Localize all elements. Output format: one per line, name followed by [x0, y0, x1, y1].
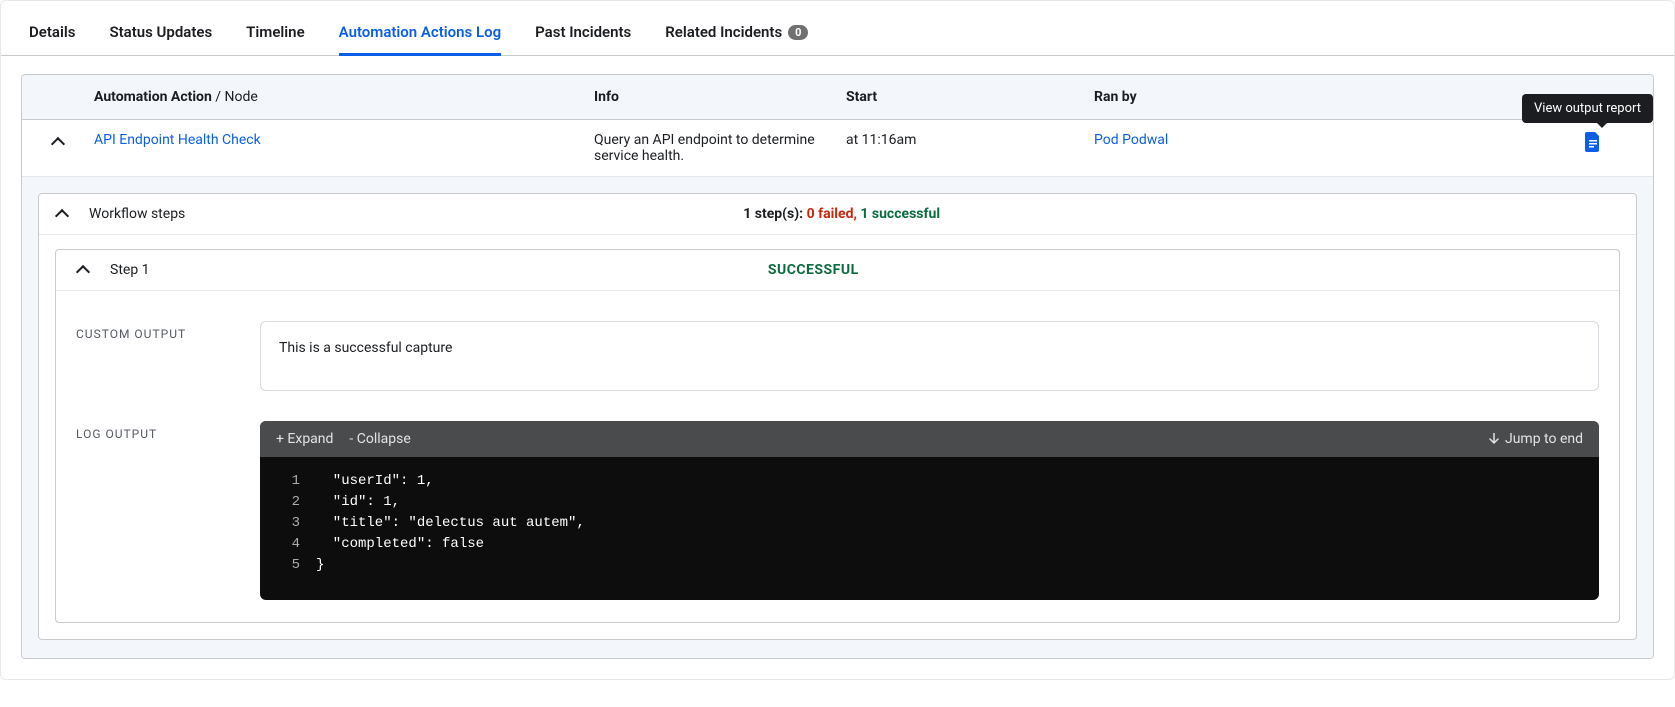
log-line: 3 "title": "delectus aut autem",: [278, 513, 1581, 534]
col-header-info: Info: [594, 89, 846, 105]
custom-output-value: This is a successful capture: [260, 321, 1599, 391]
collapse-log-button[interactable]: - Collapse: [349, 431, 410, 447]
tab-related-incidents[interactable]: Related Incidents 0: [665, 23, 808, 55]
col-header-action: Automation Action / Node: [94, 89, 594, 105]
log-line: 1 "userId": 1,: [278, 471, 1581, 492]
ran-by-link[interactable]: Pod Podwal: [1094, 132, 1168, 148]
tab-automation-actions-log[interactable]: Automation Actions Log: [339, 23, 501, 55]
log-line: 4 "completed": false: [278, 534, 1581, 555]
log-code-block: 1 "userId": 1,2 "id": 1,3 "title": "dele…: [260, 457, 1599, 600]
log-line: 2 "id": 1,: [278, 492, 1581, 513]
log-line: 5}: [278, 555, 1581, 576]
row-start: at 11:16am: [846, 132, 1094, 164]
automation-actions-table: Automation Action / Node Info Start Ran …: [21, 74, 1654, 659]
log-output-label: LOG OUTPUT: [76, 421, 236, 441]
jump-to-end-button[interactable]: Jump to end: [1489, 431, 1583, 447]
table-row: API Endpoint Health Check Query an API e…: [22, 120, 1653, 177]
tab-status-updates[interactable]: Status Updates: [109, 23, 212, 55]
expanded-row-panel: Workflow steps 1 step(s): 0 failed, 1 su…: [22, 177, 1653, 658]
step-box: Step 1 SUCCESSFUL CUSTOM OUTPUT This is …: [55, 249, 1620, 623]
custom-output-label: CUSTOM OUTPUT: [76, 321, 236, 341]
tab-details[interactable]: Details: [29, 23, 75, 55]
log-output-box: + Expand - Collapse: [260, 421, 1599, 600]
arrow-down-icon: [1489, 433, 1499, 445]
row-collapse-toggle[interactable]: [51, 135, 65, 149]
workflow-collapse-toggle[interactable]: [57, 207, 71, 221]
step-title: Step 1: [110, 262, 150, 278]
tab-timeline[interactable]: Timeline: [246, 23, 304, 55]
tab-related-incidents-label: Related Incidents: [665, 23, 782, 41]
related-incidents-count-badge: 0: [788, 25, 808, 40]
tabs-bar: Details Status Updates Timeline Automati…: [1, 23, 1674, 56]
jump-to-end-label: Jump to end: [1505, 431, 1583, 447]
table-header-row: Automation Action / Node Info Start Ran …: [22, 75, 1653, 120]
col-header-start: Start: [846, 89, 1094, 105]
step-collapse-toggle[interactable]: [78, 263, 92, 277]
step-status: SUCCESSFUL: [168, 262, 1459, 278]
row-info: Query an API endpoint to determine servi…: [594, 132, 846, 164]
expand-log-button[interactable]: + Expand: [276, 431, 333, 447]
workflow-summary: 1 step(s): 0 failed, 1 successful: [203, 206, 1480, 222]
action-name-link[interactable]: API Endpoint Health Check: [94, 132, 261, 148]
workflow-steps-title: Workflow steps: [89, 206, 185, 222]
view-output-report-icon[interactable]: [1585, 132, 1601, 152]
tab-past-incidents[interactable]: Past Incidents: [535, 23, 631, 55]
col-header-ran-by: Ran by: [1094, 89, 1533, 105]
workflow-steps-box: Workflow steps 1 step(s): 0 failed, 1 su…: [38, 193, 1637, 640]
view-output-report-tooltip: View output report: [1522, 94, 1653, 123]
